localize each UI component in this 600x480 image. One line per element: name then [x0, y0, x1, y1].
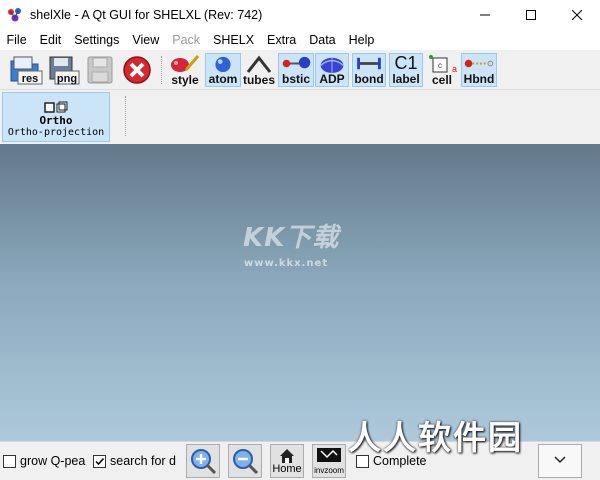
adp-button[interactable]: ADP [315, 53, 349, 87]
ortho-projection-button[interactable]: Ortho Ortho-projection [2, 92, 110, 142]
menu-shelx[interactable]: SHELX [207, 30, 261, 50]
title-bar: shelXle - A Qt GUI for SHELXL (Rev: 742) [0, 0, 600, 30]
ball-stick-icon [282, 56, 311, 69]
zoom-in-icon [191, 449, 217, 475]
tubes-icon [246, 55, 272, 73]
invzoom-button[interactable]: invzoom [312, 444, 346, 478]
zoom-out-button[interactable] [228, 444, 262, 478]
menu-data[interactable]: Data [303, 30, 342, 50]
search-for-label: search for d [110, 454, 177, 468]
bstic-label: bstic [281, 72, 310, 86]
open-folder-icon: res [10, 56, 43, 85]
menu-pack: Pack [172, 33, 201, 47]
search-for-checkbox-box[interactable] [93, 454, 106, 468]
home-label: Home [272, 462, 302, 475]
hydrogen-bond-icon [464, 59, 494, 68]
grow-q-checkbox-box[interactable] [3, 454, 16, 468]
more-options-button[interactable] [538, 444, 582, 478]
open-res-label: res [22, 73, 39, 85]
red-x-icon [123, 56, 151, 84]
label-c1-text: C1 [394, 53, 418, 73]
cell-button[interactable]: c a cell [425, 53, 459, 87]
maximize-button[interactable] [508, 0, 554, 30]
bond-button[interactable]: bond [352, 53, 386, 87]
window-title: shelXle - A Qt GUI for SHELXL (Rev: 742) [30, 8, 263, 22]
watermark-url: www.kkx.net [244, 258, 329, 269]
menu-extra[interactable]: Extra [261, 30, 303, 50]
label-button[interactable]: C1 label [389, 53, 423, 87]
cell-axis-a-label: a [452, 64, 457, 74]
atom-sphere-icon [215, 56, 231, 73]
main-toolbar: res png style atom tubes bstic ADP bond … [0, 50, 600, 90]
menu-file[interactable]: File [0, 30, 33, 50]
style-label: style [171, 73, 199, 87]
checkmark-icon [95, 457, 105, 465]
atom-button[interactable]: atom [205, 53, 241, 87]
label-label: label [392, 72, 420, 86]
adp-ellipsoid-icon [320, 57, 344, 73]
minimize-icon [480, 14, 490, 16]
zoom-out-icon [233, 449, 259, 475]
ortho-cubes-icon [44, 101, 68, 113]
save-button [84, 53, 116, 87]
adp-label: ADP [319, 72, 345, 86]
save-png-button[interactable]: png [46, 53, 80, 87]
ortho-label: Ortho [39, 114, 73, 127]
maximize-icon [526, 10, 536, 20]
watermark-logo: KK下载 [243, 223, 340, 253]
bstic-button[interactable]: bstic [278, 53, 314, 87]
style-brush-icon [171, 55, 200, 72]
menu-help[interactable]: Help [342, 30, 381, 50]
minimize-button[interactable] [462, 0, 508, 30]
menu-settings[interactable]: Settings [68, 30, 126, 50]
hbnd-label: Hbnd [463, 72, 495, 86]
menu-bar: File Edit Settings View Pack SHELX Extra… [0, 30, 600, 50]
search-for-checkbox[interactable]: search for d [93, 454, 176, 468]
bond-label: bond [354, 72, 384, 86]
invzoom-label: invzoom [314, 466, 344, 475]
save-image-icon: png [49, 56, 80, 85]
cell-label: cell [431, 73, 452, 87]
home-icon [280, 448, 294, 463]
grow-q-label: grow Q-pea [20, 454, 86, 468]
overflow-chevron-icon [554, 456, 566, 464]
menu-edit[interactable]: Edit [33, 30, 68, 50]
shelxle-app-icon [7, 7, 23, 23]
tubes-button[interactable]: tubes [242, 53, 276, 87]
save-png-label: png [57, 73, 77, 85]
unit-cell-icon: c a [429, 55, 457, 74]
bond-icon [357, 57, 381, 70]
home-button[interactable]: Home [270, 444, 304, 478]
atom-label: atom [208, 72, 238, 86]
close-file-button[interactable] [120, 53, 154, 87]
hbnd-button[interactable]: Hbnd [461, 53, 497, 87]
open-res-button[interactable]: res [8, 53, 44, 87]
ortho-projection-label: Ortho-projection [7, 127, 105, 138]
svg-text:c: c [438, 61, 442, 70]
invzoom-icon [317, 448, 341, 462]
close-icon [572, 10, 582, 20]
menu-view[interactable]: View [126, 30, 166, 50]
grow-q-peaks-checkbox[interactable]: grow Q-pea [3, 454, 85, 468]
molecule-viewport[interactable]: KK下载 www.kkx.net [0, 144, 600, 441]
floppy-disk-icon [87, 56, 113, 84]
tubes-label: tubes [242, 73, 275, 87]
projection-toolbar: Ortho Ortho-projection [0, 90, 600, 144]
style-button[interactable]: style [167, 53, 203, 87]
close-button[interactable] [554, 0, 600, 30]
watermark-corner-text: 人人软件园 [348, 418, 523, 457]
zoom-in-button[interactable] [186, 444, 220, 478]
